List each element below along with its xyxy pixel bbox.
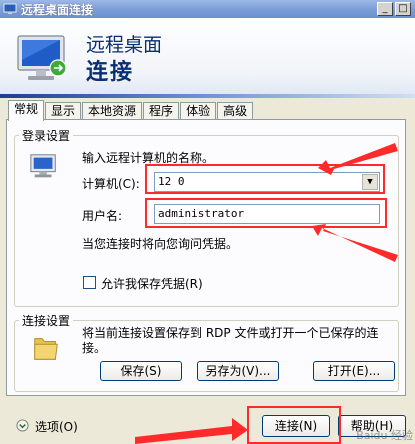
username-highlight-box	[145, 198, 387, 228]
options-label[interactable]: 选项(O)	[35, 418, 78, 435]
connect-highlight-box	[247, 406, 341, 444]
username-label: 用户名:	[82, 209, 123, 223]
minimize-button[interactable]: _	[377, 2, 393, 16]
tab-local-resources[interactable]: 本地资源	[82, 102, 143, 120]
tab-display[interactable]: 显示	[45, 102, 82, 120]
connection-description: 将当前连接设置保存到 RDP 文件或打开一个已保存的连接。	[82, 326, 379, 355]
save-credentials-checkbox[interactable]	[83, 276, 96, 289]
banner-accent-bar	[0, 94, 415, 98]
computer-label: 计算机(C):	[82, 177, 140, 191]
header-banner: 远程桌面 连接	[0, 18, 415, 98]
title-bar: 远程桌面连接 _ □	[0, 0, 415, 18]
restore-button[interactable]: □	[395, 2, 411, 16]
open-button[interactable]: 打开(E)...	[313, 361, 395, 381]
monitor-icon	[17, 35, 67, 80]
folder-icon	[34, 338, 58, 360]
connection-settings-legend: 连接设置	[19, 312, 74, 329]
footer-bar: 选项(O) 连接(N) 帮助(H) Baidu 经验	[0, 400, 415, 444]
window-title: 远程桌面连接	[21, 2, 94, 17]
credential-note: 当您连接时将向您询问凭据。	[82, 237, 239, 251]
tab-programs[interactable]: 程序	[143, 102, 180, 120]
tab-advanced[interactable]: 高级	[217, 102, 254, 120]
tab-strip: 常规 显示 本地资源 程序 体验 高级	[8, 100, 254, 121]
computer-icon	[30, 154, 56, 178]
remote-desktop-icon	[3, 3, 17, 14]
tab-panel-general: 登录设置 输入远程计算机的名称。 计算机(C): 12 0 ▼ 用户名: adm…	[6, 119, 406, 396]
computer-highlight-box	[145, 164, 385, 194]
save-credentials-label: 允许我保存凭据(R)	[101, 277, 203, 291]
save-button[interactable]: 保存(S)	[100, 361, 182, 381]
save-as-button[interactable]: 另存为(V)...	[197, 361, 279, 381]
options-toggle-icon[interactable]	[16, 419, 29, 432]
banner-title-line2: 连接	[86, 60, 135, 85]
login-settings-legend: 登录设置	[19, 127, 74, 144]
watermark: Baidu 经验	[356, 429, 413, 442]
tab-general[interactable]: 常规	[8, 100, 45, 121]
banner-title-line1: 远程桌面	[86, 34, 163, 56]
tab-experience[interactable]: 体验	[180, 102, 217, 120]
